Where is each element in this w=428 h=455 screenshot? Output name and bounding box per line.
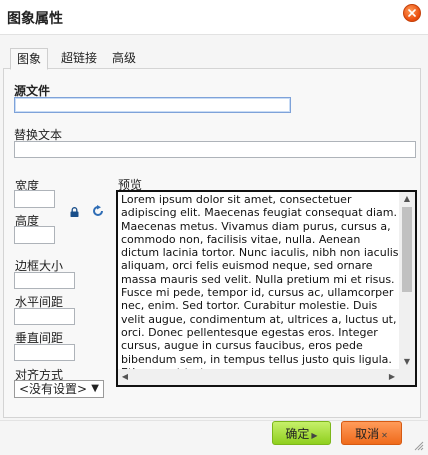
cancel-button[interactable]: 取消 ✕: [341, 421, 402, 445]
close-icon: [408, 9, 416, 17]
chevron-right-icon: ▶: [311, 431, 318, 440]
close-button[interactable]: [403, 4, 421, 22]
scroll-right-arrow-icon[interactable]: ▶: [385, 369, 399, 385]
scroll-up-arrow-icon[interactable]: ▲: [399, 192, 415, 206]
scroll-down-arrow-icon[interactable]: ▼: [399, 355, 415, 369]
height-input[interactable]: [14, 226, 55, 244]
vspace-input[interactable]: [14, 344, 75, 361]
source-input[interactable]: [14, 97, 291, 113]
scroll-left-arrow-icon[interactable]: ◀: [118, 369, 132, 385]
preview-text: Lorem ipsum dolor sit amet, consectetuer…: [121, 193, 399, 379]
ok-button[interactable]: 确定 ▶: [272, 421, 331, 445]
alt-text-input[interactable]: [14, 141, 416, 158]
border-size-input[interactable]: [14, 272, 75, 289]
preview-horizontal-scrollbar[interactable]: ◀ ▶: [118, 369, 399, 385]
image-properties-dialog: 图象属性 图象 超链接 高级 源文件 替换文本 宽度 高度 边框大小 水平间距: [0, 0, 428, 455]
scrollbar-corner: [399, 369, 415, 385]
dialog-title: 图象属性: [7, 11, 63, 27]
align-selected-value: <没有设置>: [19, 382, 88, 396]
hspace-input[interactable]: [14, 308, 75, 325]
vertical-scroll-thumb[interactable]: [402, 207, 412, 292]
preview-box[interactable]: Lorem ipsum dolor sit amet, consectetuer…: [116, 190, 417, 387]
width-input[interactable]: [14, 190, 55, 208]
close-x-icon: ✕: [381, 431, 388, 440]
lock-icon[interactable]: [70, 207, 79, 217]
tab-hyperlink[interactable]: 超链接: [55, 48, 103, 69]
chevron-down-icon: ▼: [91, 383, 99, 394]
ok-button-label: 确定: [285, 427, 310, 441]
title-bar[interactable]: 图象属性: [0, 0, 428, 34]
preview-vertical-scrollbar[interactable]: ▲ ▼: [399, 192, 415, 369]
tab-image[interactable]: 图象: [10, 48, 49, 70]
tab-advanced[interactable]: 高级: [106, 48, 142, 69]
resize-grip-icon[interactable]: [414, 441, 424, 451]
cancel-button-label: 取消: [355, 427, 380, 441]
align-select[interactable]: <没有设置> ▼: [14, 380, 104, 398]
reset-size-icon[interactable]: [92, 205, 104, 217]
